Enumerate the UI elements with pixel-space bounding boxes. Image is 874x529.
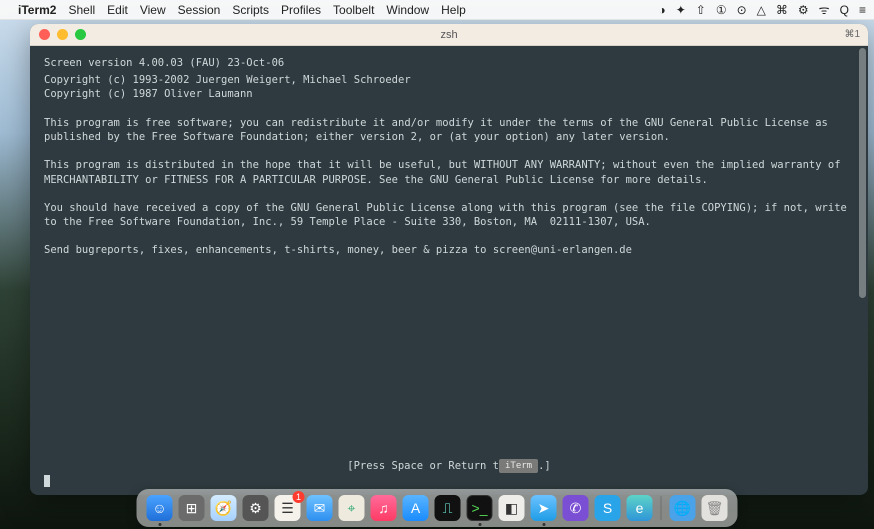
terminal-line: You should have received a copy of the G… (44, 201, 854, 229)
status-icon[interactable]: ⇧ (696, 3, 706, 17)
prompt-text: .] (538, 460, 551, 472)
badge: 1 (293, 491, 305, 503)
dock-appstore-icon[interactable]: A (403, 495, 429, 521)
screen-prompt: [Press Space or Return tiTerm.] (30, 459, 868, 473)
menu-help[interactable]: Help (441, 3, 466, 17)
status-icon[interactable]: ① (716, 3, 727, 17)
dock-trash-icon[interactable]: 🗑 (702, 495, 728, 521)
dock-telegram-icon[interactable]: ➤ (531, 495, 557, 521)
menu-shell[interactable]: Shell (68, 3, 95, 17)
close-button[interactable] (39, 29, 50, 40)
status-icon[interactable]: ⊙ (737, 3, 747, 17)
window-shortcut: ⌘1 (844, 29, 860, 40)
terminal-line: Copyright (c) 1993-2002 Juergen Weigert,… (44, 73, 854, 87)
prompt-text: [Press Space or Return t (347, 460, 499, 472)
status-icon[interactable]: ◑ (658, 3, 665, 17)
dock-mail-icon[interactable]: ✉ (307, 495, 333, 521)
search-icon[interactable]: Q (840, 3, 849, 17)
menu-view[interactable]: View (140, 3, 166, 17)
terminal-window: zsh ⌘1 Screen version 4.00.03 (FAU) 23-O… (30, 24, 868, 495)
status-icon[interactable]: ⌘ (776, 3, 788, 17)
control-center-icon[interactable]: ≡ (859, 3, 866, 17)
menu-scripts[interactable]: Scripts (232, 3, 269, 17)
app-menu[interactable]: iTerm2 (18, 3, 56, 17)
tooltip-badge: iTerm (499, 459, 538, 473)
zoom-button[interactable] (75, 29, 86, 40)
terminal-line: This program is distributed in the hope … (44, 158, 854, 186)
menu-window[interactable]: Window (386, 3, 429, 17)
terminal-cursor (44, 475, 50, 487)
terminal-line: Screen version 4.00.03 (FAU) 23-Oct-06 (44, 56, 854, 70)
terminal-viewport[interactable]: Screen version 4.00.03 (FAU) 23-Oct-06 C… (30, 46, 868, 495)
status-icon[interactable]: ⚙ (798, 3, 809, 17)
dock-globe-icon[interactable]: 🌐 (670, 495, 696, 521)
menu-profiles[interactable]: Profiles (281, 3, 321, 17)
scrollbar-thumb[interactable] (859, 48, 866, 298)
terminal-line: Send bugreports, fixes, enhancements, t-… (44, 243, 854, 257)
dock-separator (661, 496, 662, 520)
menubar: iTerm2 Shell Edit View Session Scripts P… (0, 0, 874, 20)
dock-edge-icon[interactable]: e (627, 495, 653, 521)
terminal-line: Copyright (c) 1987 Oliver Laumann (44, 87, 854, 101)
dock-finder-icon[interactable]: ☺ (147, 495, 173, 521)
menu-edit[interactable]: Edit (107, 3, 128, 17)
status-icon[interactable]: △ (757, 3, 766, 17)
dock-settings-icon[interactable]: ⚙ (243, 495, 269, 521)
window-titlebar[interactable]: zsh ⌘1 (30, 24, 868, 46)
dock-app1-icon[interactable]: ◧ (499, 495, 525, 521)
dock-safari-icon[interactable]: 🧭 (211, 495, 237, 521)
dock-reminders-icon[interactable]: ☰1 (275, 495, 301, 521)
dock-music-icon[interactable]: ♫ (371, 495, 397, 521)
dock-activity-icon[interactable]: ⎍ (435, 495, 461, 521)
terminal-line: This program is free software; you can r… (44, 116, 854, 144)
dock-viber-icon[interactable]: ✆ (563, 495, 589, 521)
dock-skype-icon[interactable]: S (595, 495, 621, 521)
wifi-icon[interactable]: ᯤ (819, 1, 830, 18)
status-icon[interactable]: ✦ (676, 3, 686, 17)
menu-session[interactable]: Session (178, 3, 221, 17)
dock: ☺⊞🧭⚙☰1✉⌖♫A⎍>_◧➤✆Se 🌐🗑 (137, 489, 738, 527)
menu-toolbelt[interactable]: Toolbelt (333, 3, 374, 17)
dock-iterm-icon[interactable]: >_ (467, 495, 493, 521)
minimize-button[interactable] (57, 29, 68, 40)
dock-maps-icon[interactable]: ⌖ (339, 495, 365, 521)
dock-launchpad-icon[interactable]: ⊞ (179, 495, 205, 521)
window-title: zsh (30, 29, 868, 41)
